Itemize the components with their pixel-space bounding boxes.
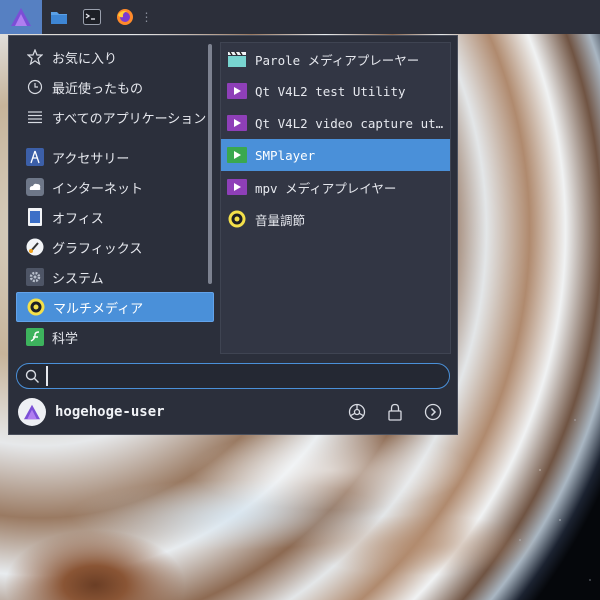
category-list: お気に入り 最近使ったもの すべてのアプリケーション アクセサリー インターネッ… — [16, 42, 214, 360]
search-input[interactable] — [46, 366, 426, 386]
logout-icon — [424, 403, 442, 421]
compass-icon — [26, 148, 44, 166]
whisker-menu: お気に入り 最近使ったもの すべてのアプリケーション アクセサリー インターネッ… — [8, 35, 458, 435]
media-disc-icon — [27, 298, 45, 316]
panel-file-manager[interactable] — [42, 0, 75, 34]
category-scrollbar[interactable] — [208, 44, 212, 284]
app-item-qv4l2[interactable]: Qt V4L2 test Utility — [221, 75, 450, 107]
category-system[interactable]: システム — [16, 262, 214, 292]
category-label: すべてのアプリケーション — [52, 111, 207, 127]
username: hogehoge-user — [55, 404, 165, 420]
search-box[interactable] — [16, 363, 450, 389]
clock-icon — [26, 78, 44, 96]
panel-terminal[interactable] — [75, 0, 108, 34]
category-label: システム — [52, 271, 104, 287]
search-icon — [25, 369, 39, 383]
category-label: アクセサリー — [52, 151, 130, 167]
category-label: グラフィックス — [52, 241, 143, 257]
document-icon — [26, 208, 44, 226]
category-accessories[interactable]: アクセサリー — [16, 142, 214, 172]
app-label: Qt V4L2 video capture uti… — [255, 115, 450, 131]
star-icon — [26, 48, 44, 66]
category-label: お気に入り — [52, 51, 118, 67]
top-panel: ⋮ — [0, 0, 600, 34]
file-manager-icon — [50, 11, 67, 24]
category-label: オフィス — [52, 211, 104, 227]
science-icon — [26, 328, 44, 346]
category-favorites[interactable]: お気に入り — [16, 42, 214, 72]
play-icon — [227, 178, 247, 196]
volume-disc-icon — [227, 210, 247, 228]
clapperboard-icon — [227, 50, 247, 68]
terminal-icon — [82, 9, 101, 25]
session-actions — [338, 398, 452, 426]
app-item-mpv[interactable]: mpv メディアプレイヤー — [221, 171, 450, 203]
app-label: Qt V4L2 test Utility — [255, 83, 406, 99]
application-list: Parole メディアプレーヤー Qt V4L2 test Utility Qt… — [220, 42, 451, 354]
category-office[interactable]: オフィス — [16, 202, 214, 232]
category-science[interactable]: 科学 — [16, 322, 214, 352]
category-recent[interactable]: 最近使ったもの — [16, 72, 214, 102]
list-icon — [26, 108, 44, 126]
play-icon — [227, 114, 247, 132]
smplayer-icon — [227, 146, 247, 164]
lock-button[interactable] — [376, 398, 414, 426]
logout-button[interactable] — [414, 398, 452, 426]
category-label: マルチメディア — [53, 301, 144, 317]
settings-icon — [348, 403, 366, 421]
play-icon — [227, 82, 247, 100]
panel-handle[interactable]: ⋮ — [141, 0, 153, 34]
category-label: インターネット — [52, 181, 144, 197]
category-separator — [16, 132, 214, 142]
category-label: 最近使ったもの — [52, 81, 144, 97]
app-label: SMPlayer — [255, 147, 316, 163]
menu-footer: hogehoge-user — [16, 397, 452, 427]
app-item-volume-control[interactable]: 音量調節 — [221, 203, 450, 235]
app-item-qvidcap[interactable]: Qt V4L2 video capture uti… — [221, 107, 450, 139]
category-internet[interactable]: インターネット — [16, 172, 214, 202]
xfce-logo-icon — [24, 404, 40, 420]
xfce-logo-icon — [11, 8, 31, 26]
cloud-icon — [26, 178, 44, 196]
app-item-parole[interactable]: Parole メディアプレーヤー — [221, 43, 450, 75]
lock-icon — [388, 403, 402, 421]
settings-button[interactable] — [338, 398, 376, 426]
category-all-applications[interactable]: すべてのアプリケーション — [16, 102, 214, 132]
brush-icon — [26, 238, 44, 256]
app-label: Parole メディアプレーヤー — [255, 52, 420, 68]
category-graphics[interactable]: グラフィックス — [16, 232, 214, 262]
app-item-smplayer[interactable]: SMPlayer — [221, 139, 450, 171]
category-multimedia[interactable]: マルチメディア — [16, 292, 214, 322]
category-label: 科学 — [52, 331, 79, 347]
panel-firefox[interactable] — [108, 0, 141, 34]
app-label: mpv メディアプレイヤー — [255, 180, 397, 196]
firefox-icon — [116, 9, 133, 25]
gear-icon — [26, 268, 44, 286]
avatar — [18, 398, 46, 426]
whisker-menu-button[interactable] — [0, 0, 42, 34]
app-label: 音量調節 — [255, 212, 306, 228]
